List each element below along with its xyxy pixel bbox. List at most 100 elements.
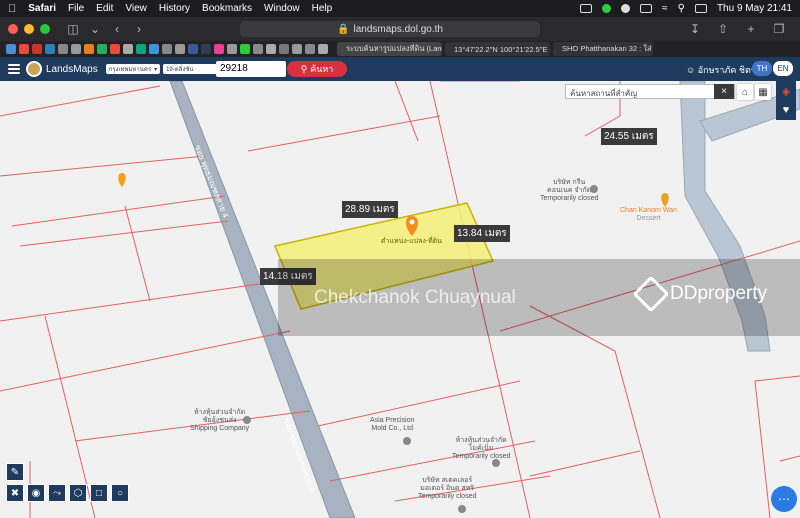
- address-bar[interactable]: 🔒 landsmaps.dol.go.th: [240, 21, 540, 37]
- menu-history[interactable]: History: [159, 3, 190, 14]
- landsmaps-logo: [26, 61, 42, 77]
- boundary-line: [754, 380, 771, 518]
- tools-icon[interactable]: ✖: [6, 484, 24, 502]
- menu-help[interactable]: Help: [312, 3, 333, 14]
- menu-file[interactable]: File: [68, 3, 84, 14]
- favorite-icon[interactable]: [32, 44, 42, 54]
- boundary-line: [529, 450, 641, 477]
- layers-icon[interactable]: ◈: [776, 81, 796, 101]
- favorite-icon[interactable]: [58, 44, 68, 54]
- new-tab-icon[interactable]: +: [742, 21, 760, 37]
- favorite-icon[interactable]: [123, 44, 133, 54]
- favorite-icon[interactable]: [71, 44, 81, 54]
- shop-icon[interactable]: [458, 505, 466, 513]
- map-canvas[interactable]: ซอย พุทธมณฑลสาย 4 ซอย พุทธมณฑลสาย 4 28.8…: [0, 81, 800, 518]
- line-icon[interactable]: ⤳: [48, 484, 66, 502]
- tray-icon[interactable]: [640, 4, 653, 13]
- menu-app[interactable]: Safari: [28, 3, 56, 14]
- favorite-icon[interactable]: [318, 44, 328, 54]
- minimize-window-button[interactable]: [24, 24, 34, 34]
- polygon-icon[interactable]: ⬡: [69, 484, 87, 502]
- place-search-input[interactable]: ค้นหาสถานที่สำคัญ: [565, 84, 735, 99]
- download-icon[interactable]: ↧: [686, 21, 704, 37]
- clock-icon[interactable]: [621, 4, 631, 13]
- tab-coordinates[interactable]: 13°47'22.2"N 100°21'22.5"E - ...: [445, 42, 550, 56]
- boundary-line: [394, 81, 419, 142]
- favorite-icon[interactable]: [188, 44, 198, 54]
- close-window-button[interactable]: [8, 24, 18, 34]
- favorite-icon[interactable]: [136, 44, 146, 54]
- wifi-icon[interactable]: ≈: [662, 3, 668, 14]
- poi-steckler[interactable]: บริษัท สเตคเลอร์ มอเตอร์ อินด สทริ Tempo…: [418, 477, 476, 501]
- favorite-icon[interactable]: [19, 44, 29, 54]
- favorite-icon[interactable]: [149, 44, 159, 54]
- favorite-icon[interactable]: [110, 44, 120, 54]
- lang-en-button[interactable]: EN: [773, 61, 793, 76]
- shop-icon[interactable]: [492, 459, 500, 467]
- tab-overview-icon[interactable]: ❐: [770, 21, 788, 37]
- circle-icon[interactable]: ○: [111, 484, 129, 502]
- favorite-icon[interactable]: [97, 44, 107, 54]
- menu-view[interactable]: View: [125, 3, 147, 14]
- favorite-icon[interactable]: [45, 44, 55, 54]
- close-icon[interactable]: ×: [714, 84, 734, 99]
- favorite-icon[interactable]: [279, 44, 289, 54]
- forward-icon[interactable]: ›: [130, 21, 148, 37]
- favorite-icon[interactable]: [84, 44, 94, 54]
- heart-icon[interactable]: ♥: [776, 100, 796, 120]
- province-select[interactable]: กรุงเทพมหานคร ▾: [105, 64, 161, 74]
- back-icon[interactable]: ‹: [108, 21, 126, 37]
- zoom-window-button[interactable]: [40, 24, 50, 34]
- poi-mike[interactable]: ห้างหุ้นส่วนจำกัด ไมค์เนิ่ม Temporarily …: [452, 437, 510, 461]
- tab-sho[interactable]: SHO Phatthanakan 32 : ใส่ พัฒ...: [553, 42, 653, 56]
- toolbar-right: ↧ ⇧ + ❐: [686, 21, 792, 37]
- shop-icon[interactable]: [590, 185, 598, 193]
- shop-icon[interactable]: [403, 437, 411, 445]
- favorite-icon[interactable]: [292, 44, 302, 54]
- favorite-icon[interactable]: [162, 44, 172, 54]
- menu-edit[interactable]: Edit: [96, 3, 113, 14]
- favorite-icon[interactable]: [201, 44, 211, 54]
- tab-landsmaps[interactable]: ระบบค้นหารูปแปลงที่ดิน (LandsMa...: [337, 42, 442, 56]
- boundary-line: [0, 330, 291, 392]
- favorite-icon[interactable]: [175, 44, 185, 54]
- search-icon[interactable]: ⚲: [678, 3, 685, 14]
- favorite-icon[interactable]: [305, 44, 315, 54]
- apple-icon[interactable]: : [8, 3, 16, 15]
- chevron-down-icon[interactable]: ⌄: [86, 21, 104, 37]
- screen:  Safari File Edit View History Bookmark…: [0, 0, 800, 518]
- favorite-icon[interactable]: [266, 44, 276, 54]
- boundary-line: [19, 220, 229, 247]
- poi-status: Temporarily closed: [540, 195, 599, 202]
- boundary-line: [0, 85, 161, 117]
- menu-icon[interactable]: [8, 64, 20, 74]
- line-icon[interactable]: [602, 4, 612, 13]
- favorite-icon[interactable]: [253, 44, 263, 54]
- share-icon[interactable]: ⇧: [714, 21, 732, 37]
- control-center-icon[interactable]: [694, 4, 707, 13]
- poi-asia-precision[interactable]: Asia Precision Mold Co., Ltd: [370, 417, 414, 433]
- menu-bookmarks[interactable]: Bookmarks: [202, 3, 252, 14]
- parcel-number-input[interactable]: 29218: [216, 61, 286, 77]
- favorite-icon[interactable]: [214, 44, 224, 54]
- favorite-icon[interactable]: [227, 44, 237, 54]
- grid-icon[interactable]: ▦: [755, 84, 771, 100]
- shop-icon[interactable]: [243, 416, 251, 424]
- more-options-button[interactable]: ⋯: [771, 486, 797, 512]
- marker-icon[interactable]: ◉: [27, 484, 45, 502]
- status-icon[interactable]: [580, 4, 593, 13]
- lang-th-button[interactable]: TH: [752, 61, 772, 76]
- home-icon[interactable]: ⌂: [737, 84, 753, 100]
- window-controls: [8, 24, 50, 34]
- menu-window[interactable]: Window: [264, 3, 300, 14]
- sidebar-icon[interactable]: ◫: [64, 21, 82, 37]
- poi-shipping[interactable]: ห้างหุ้นส่วนจำกัด ชัยอุ้งชนส่ง Shipping …: [190, 409, 249, 433]
- clock[interactable]: Thu 9 May 21:41: [717, 3, 792, 14]
- poi-chan-kanom-wan[interactable]: Chan Kanom Wan Dessert: [620, 207, 677, 223]
- eraser-icon[interactable]: ✎: [6, 463, 24, 481]
- search-button[interactable]: ⚲ ค้นหา: [287, 61, 347, 77]
- rectangle-icon[interactable]: □: [90, 484, 108, 502]
- boundary-line: [0, 280, 281, 322]
- favorite-icon[interactable]: [240, 44, 250, 54]
- favorite-icon[interactable]: [6, 44, 16, 54]
